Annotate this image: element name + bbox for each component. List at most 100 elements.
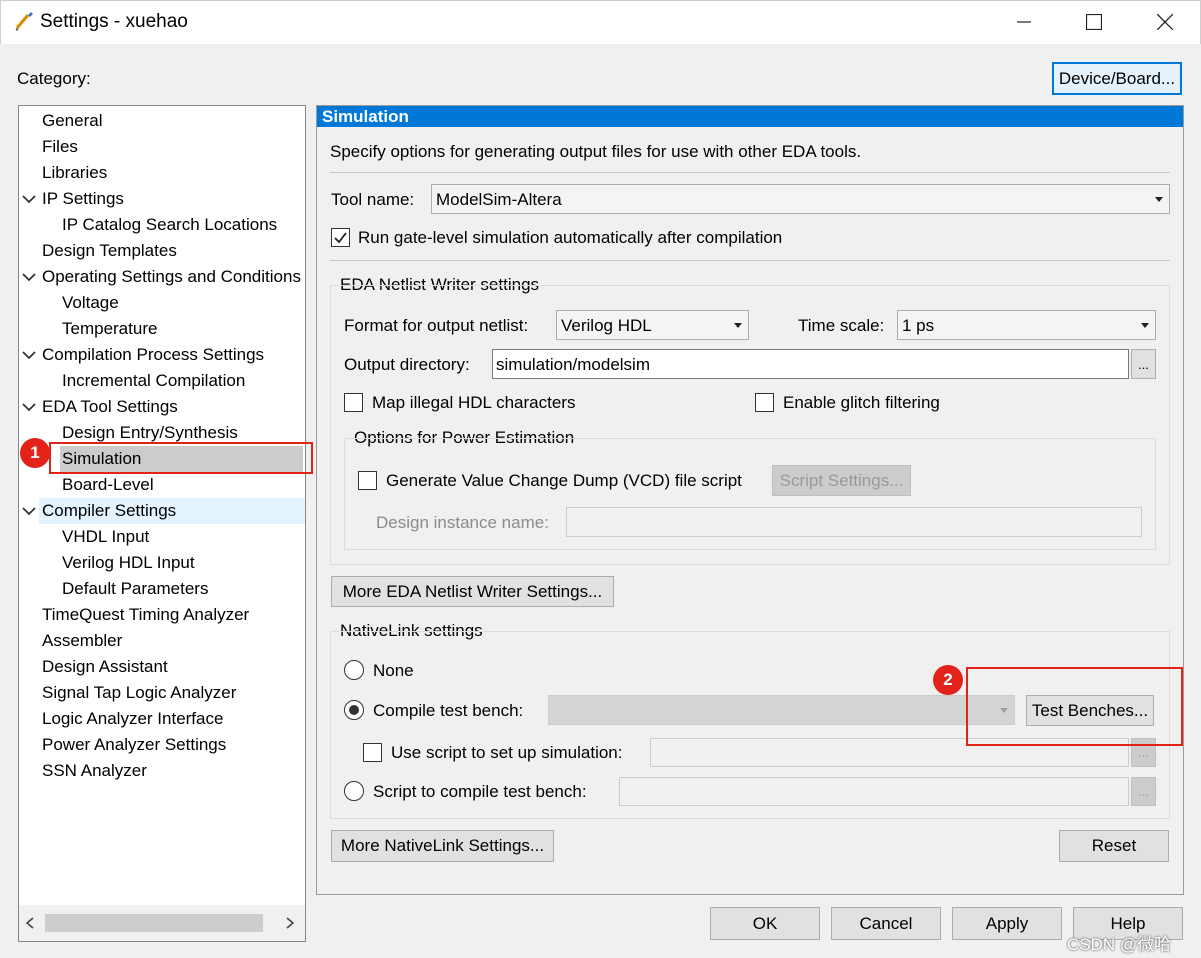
output-dir-input[interactable]: simulation/modelsim [492, 349, 1129, 379]
tool-name-label: Tool name: [331, 190, 415, 209]
vcd-checkbox[interactable] [358, 471, 377, 490]
panel-description: Specify options for generating output fi… [330, 142, 862, 161]
tree-item[interactable]: Compilation Process Settings [19, 342, 305, 368]
divider [330, 260, 1170, 261]
scroll-left-icon[interactable] [25, 917, 35, 929]
tree-item-label: Libraries [42, 163, 108, 182]
glitch-filter-label: Enable glitch filtering [783, 393, 940, 412]
tree-item-label: Design Assistant [42, 657, 168, 676]
tree-item-label: VHDL Input [62, 527, 150, 546]
tree-item-label: Design Templates [42, 241, 177, 260]
tree-item-label: Voltage [62, 293, 119, 312]
category-label: Category: [17, 69, 91, 88]
tree-horizontal-scrollbar[interactable] [19, 905, 305, 941]
script-compile-browse-button[interactable]: ... [1131, 777, 1156, 806]
timescale-select[interactable]: 1 ps [897, 310, 1156, 340]
apply-button[interactable]: Apply [952, 907, 1062, 940]
tree-item[interactable]: Temperature [19, 316, 305, 342]
close-button[interactable] [1145, 6, 1185, 38]
reset-button[interactable]: Reset [1059, 830, 1169, 862]
use-script-label: Use script to set up simulation: [391, 743, 623, 762]
tree-item[interactable]: Voltage [19, 290, 305, 316]
chevron-down-icon [734, 323, 742, 328]
use-script-checkbox[interactable] [363, 743, 382, 762]
more-eda-settings-button[interactable]: More EDA Netlist Writer Settings... [331, 576, 614, 607]
design-instance-label: Design instance name: [376, 513, 549, 532]
radio-compile-test-bench[interactable] [344, 700, 364, 720]
cancel-button[interactable]: Cancel [831, 907, 941, 940]
map-illegal-checkbox[interactable] [344, 393, 363, 412]
tree-item-label: Compiler Settings [42, 501, 177, 520]
chevron-down-icon[interactable] [21, 186, 37, 212]
radio-selected-dot [349, 705, 359, 715]
chevron-down-icon[interactable] [21, 264, 37, 290]
tree-item[interactable]: Assembler [19, 628, 305, 654]
radio-script-compile[interactable] [344, 781, 364, 801]
minimize-icon [1017, 21, 1031, 23]
chevron-down-icon[interactable] [21, 342, 37, 368]
tree-item[interactable]: Logic Analyzer Interface [19, 706, 305, 732]
tree-item[interactable]: Libraries [19, 160, 305, 186]
tree-item[interactable]: Design Assistant [19, 654, 305, 680]
annotation-marker-2: 2 [933, 665, 963, 695]
radio-none-label: None [373, 661, 414, 680]
tree-item[interactable]: Files [19, 134, 305, 160]
tree-item-label: Logic Analyzer Interface [42, 709, 224, 728]
maximize-button[interactable] [1074, 6, 1114, 38]
output-dir-browse-button[interactable]: ... [1131, 349, 1156, 379]
tree-item[interactable]: VHDL Input [19, 524, 305, 550]
scrollbar-thumb[interactable] [45, 914, 263, 932]
tool-name-select[interactable]: ModelSim-Altera [431, 184, 1170, 214]
format-select[interactable]: Verilog HDL [556, 310, 749, 340]
tree-item-label: General [42, 111, 103, 130]
tree-item-label: EDA Tool Settings [42, 397, 178, 416]
tree-item-label: Assembler [42, 631, 123, 650]
tree-item-label: TimeQuest Timing Analyzer [42, 605, 250, 624]
tree-item-label: Incremental Compilation [62, 371, 246, 390]
quartus-settings-icon [15, 12, 33, 31]
tree-item[interactable]: EDA Tool Settings [19, 394, 305, 420]
chevron-down-icon[interactable] [21, 498, 37, 524]
tree-item-label: Default Parameters [62, 579, 209, 598]
format-label: Format for output netlist: [344, 316, 529, 335]
tree-item[interactable]: Default Parameters [19, 576, 305, 602]
tree-item-label: Signal Tap Logic Analyzer [42, 683, 237, 702]
tree-item-label: Board-Level [62, 475, 154, 494]
tree-item[interactable]: IP Catalog Search Locations [19, 212, 305, 238]
device-board-button[interactable]: Device/Board... [1052, 62, 1182, 95]
tree-item-label: IP Catalog Search Locations [62, 215, 278, 234]
compile-test-bench-select[interactable] [548, 695, 1015, 725]
minimize-button[interactable] [1004, 6, 1044, 38]
tree-item-label: Files [42, 137, 78, 156]
tree-item[interactable]: Board-Level [19, 472, 305, 498]
chevron-down-icon[interactable] [21, 394, 37, 420]
tree-item[interactable]: Compiler Settings [19, 498, 305, 524]
tree-item-label: Power Analyzer Settings [42, 735, 227, 754]
annotation-box-2 [966, 667, 1183, 746]
scroll-right-icon[interactable] [285, 917, 295, 929]
glitch-filter-checkbox[interactable] [755, 393, 774, 412]
script-settings-button[interactable]: Script Settings... [772, 465, 911, 496]
timescale-label: Time scale: [798, 316, 885, 335]
ok-button[interactable]: OK [710, 907, 820, 940]
radio-none[interactable] [344, 660, 364, 680]
run-gate-level-checkbox[interactable] [331, 228, 350, 247]
tree-item[interactable]: Power Analyzer Settings [19, 732, 305, 758]
tree-item[interactable]: Operating Settings and Conditions [19, 264, 305, 290]
script-compile-input[interactable] [619, 777, 1129, 806]
map-illegal-label: Map illegal HDL characters [372, 393, 576, 412]
chevron-down-icon [1141, 323, 1149, 328]
tree-item[interactable]: General [19, 108, 305, 134]
tree-item[interactable]: SSN Analyzer [19, 758, 305, 784]
tree-item[interactable]: Signal Tap Logic Analyzer [19, 680, 305, 706]
tree-item[interactable]: Verilog HDL Input [19, 550, 305, 576]
tree-item[interactable]: TimeQuest Timing Analyzer [19, 602, 305, 628]
design-instance-input[interactable] [566, 507, 1142, 537]
more-nativelink-settings-button[interactable]: More NativeLink Settings... [331, 830, 554, 862]
maximize-icon [1086, 14, 1102, 30]
window-title: Settings - xuehao [40, 11, 188, 32]
tree-item[interactable]: Incremental Compilation [19, 368, 305, 394]
category-tree[interactable]: General Files Libraries IP Settings IP Catal… [18, 105, 306, 942]
tree-item[interactable]: IP Settings [19, 186, 305, 212]
tree-item[interactable]: Design Templates [19, 238, 305, 264]
